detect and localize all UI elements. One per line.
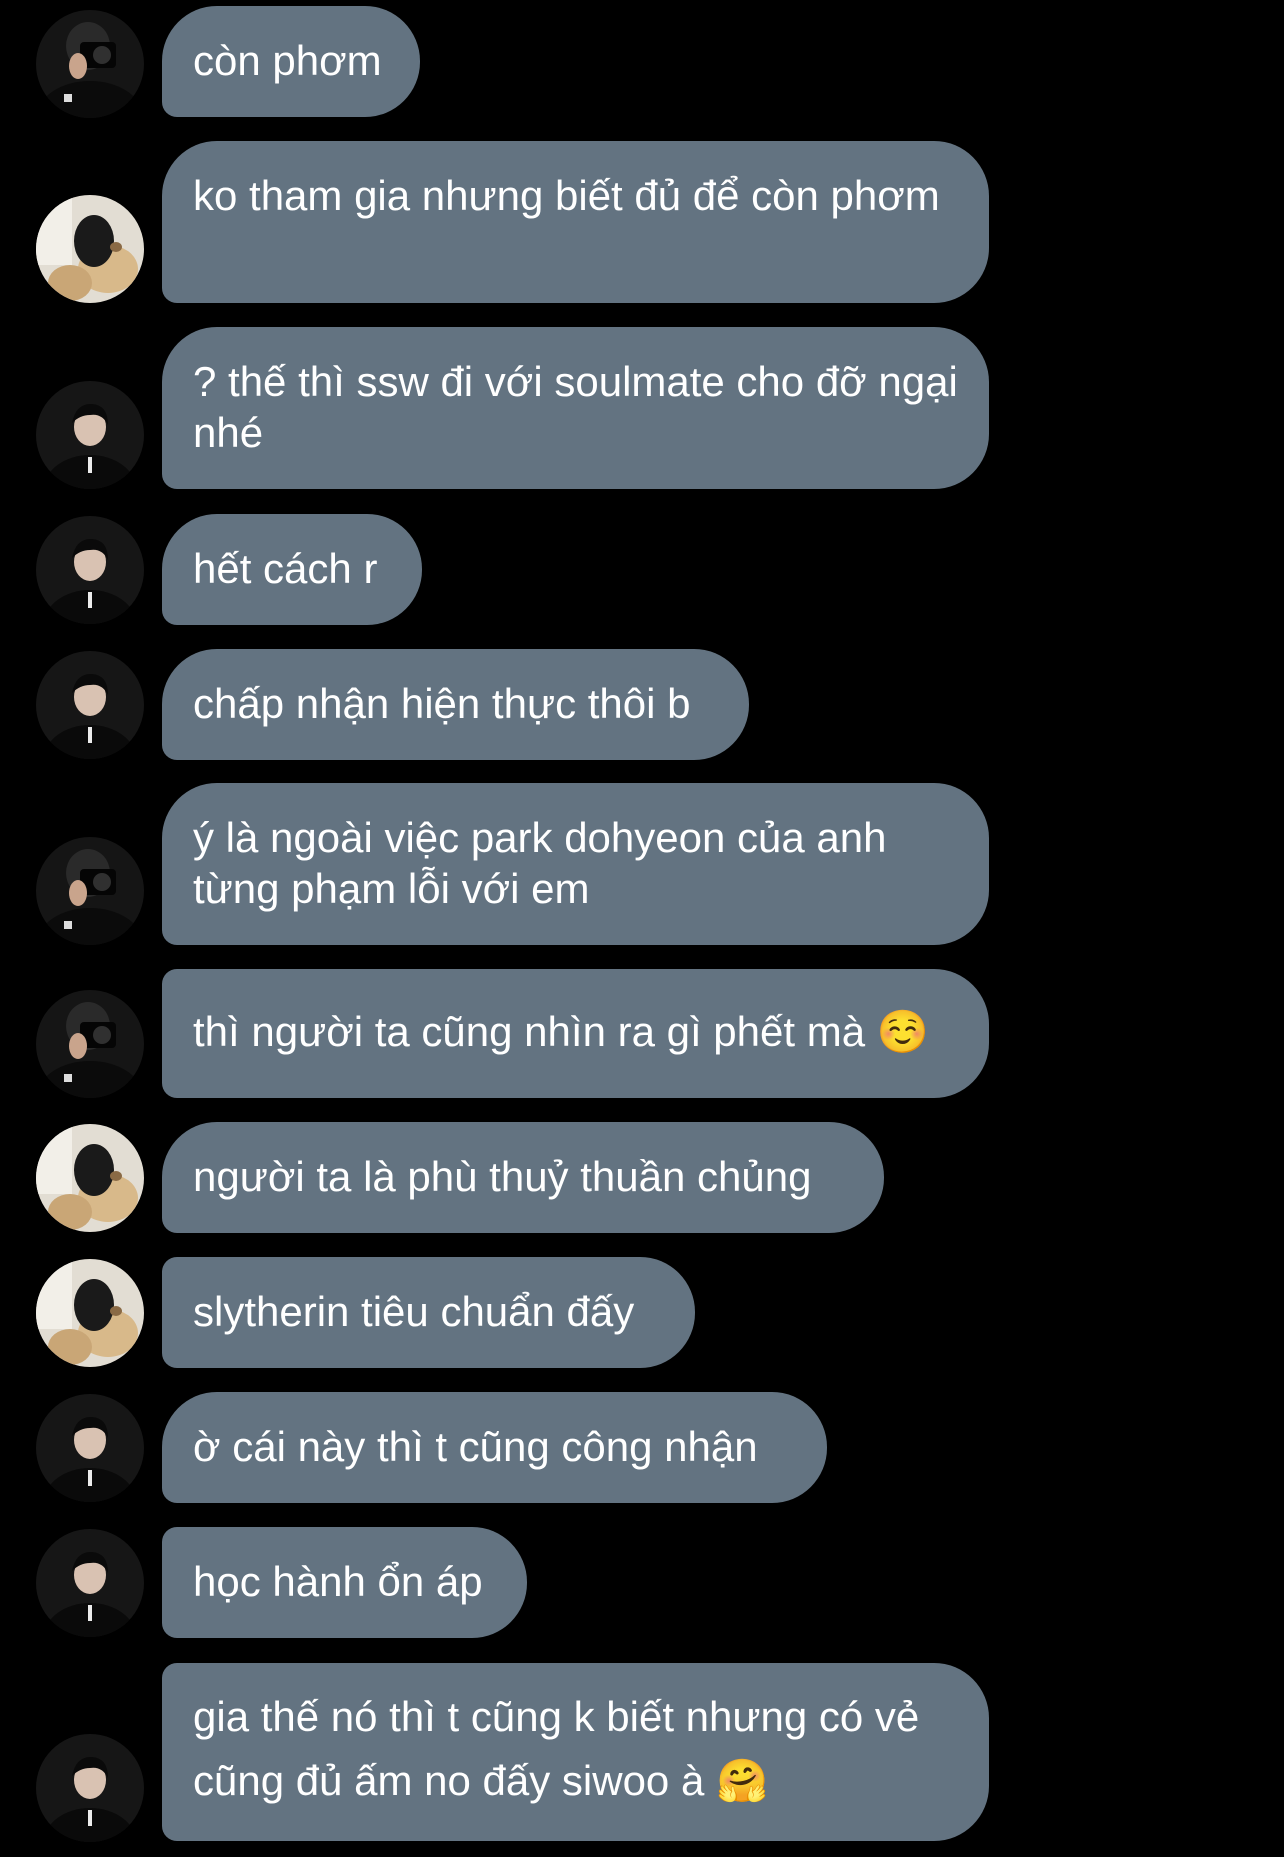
message-bubble[interactable]: thì người ta cũng nhìn ra gì phết mà ☺️ — [162, 969, 989, 1098]
avatar-camera-icon[interactable] — [36, 990, 144, 1098]
avatar-person-icon[interactable] — [36, 651, 144, 759]
message-bubble[interactable]: hết cách r — [162, 514, 422, 625]
message-bubble[interactable]: ờ cái này thì t cũng công nhận — [162, 1392, 827, 1503]
avatar-teddy-bear-icon[interactable] — [36, 1259, 144, 1367]
message-bubble[interactable]: học hành ổn áp — [162, 1527, 527, 1638]
avatar-teddy-bear-icon[interactable] — [36, 1124, 144, 1232]
avatar-person-icon[interactable] — [36, 1529, 144, 1637]
avatar-camera-icon[interactable] — [36, 837, 144, 945]
avatar-camera-icon[interactable] — [36, 10, 144, 118]
avatar-person-icon[interactable] — [36, 381, 144, 489]
message-bubble[interactable]: còn phơm — [162, 6, 420, 117]
message-bubble[interactable]: ? thế thì ssw đi với soulmate cho đỡ ngạ… — [162, 327, 989, 489]
avatar-teddy-bear-icon[interactable] — [36, 195, 144, 303]
avatar-person-icon[interactable] — [36, 1734, 144, 1842]
message-bubble[interactable]: ý là ngoài việc park dohyeon của anh từn… — [162, 783, 989, 945]
message-bubble[interactable]: ko tham gia nhưng biết đủ để còn phơm — [162, 141, 989, 303]
message-bubble[interactable]: gia thế nó thì t cũng k biết nhưng có vẻ… — [162, 1663, 989, 1841]
message-bubble[interactable]: chấp nhận hiện thực thôi b — [162, 649, 749, 760]
avatar-person-icon[interactable] — [36, 516, 144, 624]
message-bubble[interactable]: người ta là phù thuỷ thuần chủng — [162, 1122, 884, 1233]
avatar-person-icon[interactable] — [36, 1394, 144, 1502]
message-bubble[interactable]: slytherin tiêu chuẩn đấy — [162, 1257, 695, 1368]
